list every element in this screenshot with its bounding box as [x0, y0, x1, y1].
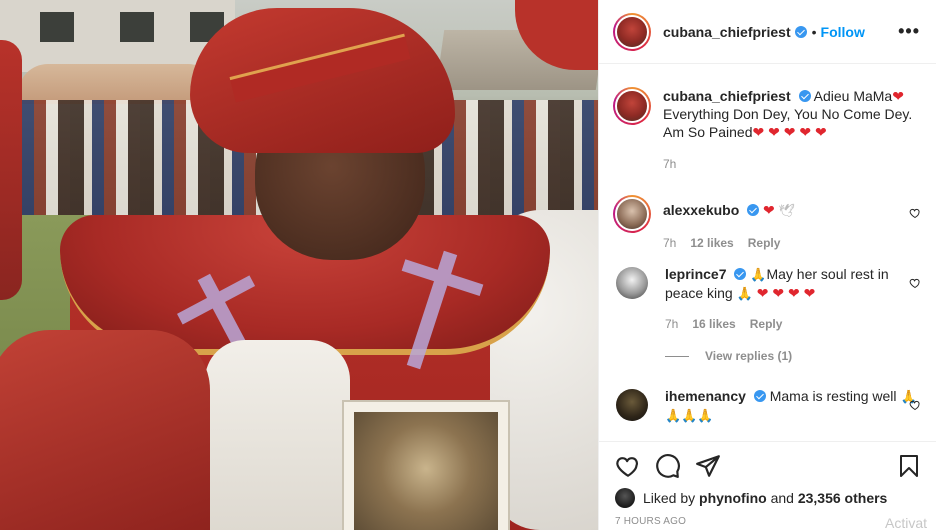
background-tent [18, 64, 218, 104]
red-heart-emoji: ❤ [787, 285, 800, 301]
comment-item: ihemenancy Mama is resting well 🙏🙏🙏🙏 [613, 387, 921, 425]
comment-avatar[interactable] [616, 389, 648, 421]
caption: cubana_chiefpriest Adieu MaMa❤ Everythin… [613, 87, 921, 173]
like-comment-icon[interactable] [909, 399, 921, 411]
share-paper-plane-icon[interactable] [695, 453, 721, 479]
follow-button[interactable]: Follow [821, 24, 865, 40]
like-comment-icon[interactable] [909, 277, 921, 289]
comment-likes[interactable]: 16 likes [692, 315, 735, 333]
author-avatar[interactable] [613, 12, 651, 51]
red-heart-emoji: ❤ [799, 124, 812, 140]
comments-list[interactable]: cubana_chiefpriest Adieu MaMa❤ Everythin… [599, 65, 936, 441]
red-heart-emoji: ❤ [815, 124, 827, 140]
comment-avatar[interactable] [613, 195, 651, 233]
author-avatar-image [615, 14, 649, 49]
comment-body: ihemenancy Mama is resting well 🙏🙏🙏🙏 [665, 387, 921, 425]
post-actions: Liked by phynofino and 23,356 others 7 H… [599, 441, 936, 530]
white-bodice [205, 340, 350, 530]
comment-time[interactable]: 7h [665, 315, 678, 333]
author-info: cubana_chiefpriest • Follow [663, 24, 865, 40]
comment-body: leprince7 🙏May her soul rest in peace ki… [665, 265, 921, 333]
pieta-image [354, 412, 498, 530]
red-heart-emoji: ❤ [783, 124, 796, 140]
action-icons-row [615, 452, 921, 480]
cloth-fragment [0, 40, 22, 300]
comment-item: leprince7 🙏May her soul rest in peace ki… [613, 265, 921, 333]
liked-by-prefix: Liked by [643, 490, 696, 506]
caption-text: cubana_chiefpriest Adieu MaMa❤ Everythin… [663, 87, 921, 141]
view-replies-label: View replies (1) [705, 349, 793, 363]
comment-avatar-image [615, 197, 649, 231]
comment-body: alexxekubo ❤ 🕊 7h 12 likes Reply [663, 195, 921, 252]
caption-avatar[interactable] [613, 87, 651, 125]
red-heart-emoji: ❤ [763, 202, 775, 218]
caption-meta: 7h [663, 155, 921, 173]
post-timestamp[interactable]: 7 HOURS AGO [615, 516, 921, 527]
comment-text-content: Mama is resting well [769, 388, 897, 404]
caption-avatar-image [615, 89, 649, 123]
liked-by-avatar[interactable] [615, 488, 635, 508]
comment-meta: 7h 16 likes Reply [665, 315, 921, 333]
comment-avatar[interactable] [616, 267, 648, 299]
red-heart-emoji: ❤ [756, 285, 769, 301]
red-heart-emoji: ❤ [752, 124, 765, 140]
liked-by-user[interactable]: phynofino [699, 490, 767, 506]
reply-button[interactable]: Reply [748, 234, 781, 252]
building-window [120, 12, 154, 42]
comment-username[interactable]: ihemenancy [665, 388, 746, 404]
caption-body: cubana_chiefpriest Adieu MaMa❤ Everythin… [663, 87, 921, 173]
author-username[interactable]: cubana_chiefpriest [663, 24, 791, 40]
comment-username[interactable]: leprince7 [665, 266, 726, 282]
save-bookmark-icon[interactable] [897, 453, 921, 479]
comment-meta: 7h 12 likes Reply [663, 234, 921, 252]
caption-time[interactable]: 7h [663, 155, 676, 173]
verified-badge-icon [734, 268, 747, 280]
like-comment-icon[interactable] [909, 207, 921, 219]
red-heart-emoji: ❤ [892, 88, 904, 104]
view-replies-button[interactable]: View replies (1) [665, 349, 792, 363]
caption-line-1: Adieu MaMa [813, 88, 893, 104]
more-options-icon[interactable]: ••• [898, 21, 920, 42]
post-photo[interactable] [0, 0, 598, 530]
building-window [40, 12, 74, 42]
red-sleeve [0, 330, 210, 530]
reply-button[interactable]: Reply [750, 315, 783, 333]
praying-hands-emoji: 🙏 [750, 267, 767, 282]
comment-text: leprince7 🙏May her soul rest in peace ki… [665, 265, 921, 303]
liked-by-row: Liked by phynofino and 23,356 others [615, 488, 921, 508]
caption-username[interactable]: cubana_chiefpriest [663, 88, 791, 104]
red-heart-emoji: ❤ [772, 285, 785, 301]
dove-emoji: 🕊 [778, 203, 796, 218]
comment-time[interactable]: 7h [663, 234, 676, 252]
red-heart-emoji: ❤ [803, 285, 816, 301]
liked-by-count[interactable]: 23,356 others [798, 490, 888, 506]
verified-badge-icon [753, 390, 766, 402]
like-heart-icon[interactable] [615, 453, 641, 479]
comment-bubble-icon[interactable] [655, 453, 681, 479]
holy-picture-card [342, 400, 510, 530]
comment-item: alexxekubo ❤ 🕊 7h 12 likes Reply [613, 195, 921, 252]
liked-by-conjunction: and [770, 490, 794, 506]
verified-badge-icon [798, 90, 811, 102]
post-header: cubana_chiefpriest • Follow ••• [599, 0, 936, 64]
red-heart-emoji: ❤ [768, 124, 780, 140]
verified-badge-icon [747, 204, 760, 216]
separator-dot: • [811, 23, 817, 40]
post-side-panel: cubana_chiefpriest • Follow ••• cubana_c… [598, 0, 936, 530]
view-replies-line [665, 355, 689, 357]
comment-username[interactable]: alexxekubo [663, 202, 739, 218]
activation-watermark: Activat [884, 515, 927, 530]
comment-text: ihemenancy Mama is resting well 🙏🙏🙏🙏 [665, 387, 921, 425]
verified-badge-icon [794, 25, 807, 38]
comment-text: alexxekubo ❤ 🕊 [663, 201, 921, 220]
praying-hands-emoji: 🙏 [736, 286, 753, 301]
comment-likes[interactable]: 12 likes [690, 234, 733, 252]
